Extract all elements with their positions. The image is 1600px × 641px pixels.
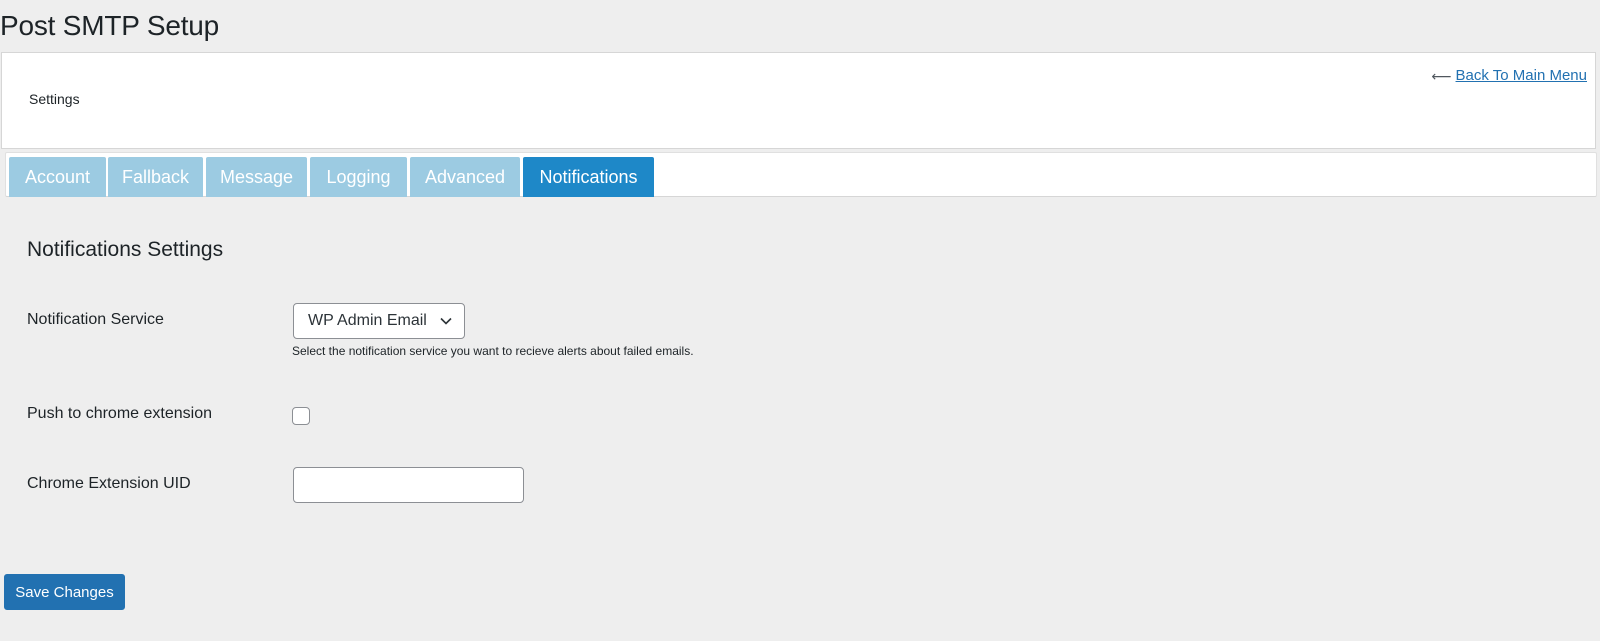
tabs-bar: Account Fallback Message Logging Advance… — [5, 152, 1597, 197]
push-chrome-checkbox[interactable] — [292, 407, 310, 425]
tab-advanced[interactable]: Advanced — [410, 157, 520, 197]
back-to-main-menu-link[interactable]: Back To Main Menu — [1456, 67, 1587, 84]
section-title: Notifications Settings — [27, 238, 224, 261]
notification-service-label: Notification Service — [27, 311, 164, 328]
chrome-uid-input[interactable] — [293, 467, 524, 503]
tab-account[interactable]: Account — [9, 157, 106, 197]
notification-service-select[interactable]: WP Admin Email — [293, 303, 465, 339]
arrow-left-icon: ⟵ — [1431, 67, 1452, 84]
tab-message[interactable]: Message — [206, 157, 307, 197]
settings-label: Settings — [29, 91, 80, 107]
back-to-main-menu[interactable]: ⟵ Back To Main Menu — [1431, 67, 1587, 84]
chrome-uid-label: Chrome Extension UID — [27, 475, 191, 492]
push-chrome-label: Push to chrome extension — [27, 405, 212, 422]
chevron-down-icon — [440, 317, 452, 325]
page-title: Post SMTP Setup — [0, 10, 220, 41]
tab-fallback[interactable]: Fallback — [108, 157, 203, 197]
notification-service-help: Select the notification service you want… — [292, 344, 694, 358]
tab-logging[interactable]: Logging — [310, 157, 407, 197]
save-button[interactable]: Save Changes — [4, 574, 125, 610]
notification-service-value: WP Admin Email — [308, 312, 427, 329]
header-panel: Settings ⟵ Back To Main Menu — [1, 52, 1596, 149]
tab-notifications[interactable]: Notifications — [523, 157, 654, 197]
